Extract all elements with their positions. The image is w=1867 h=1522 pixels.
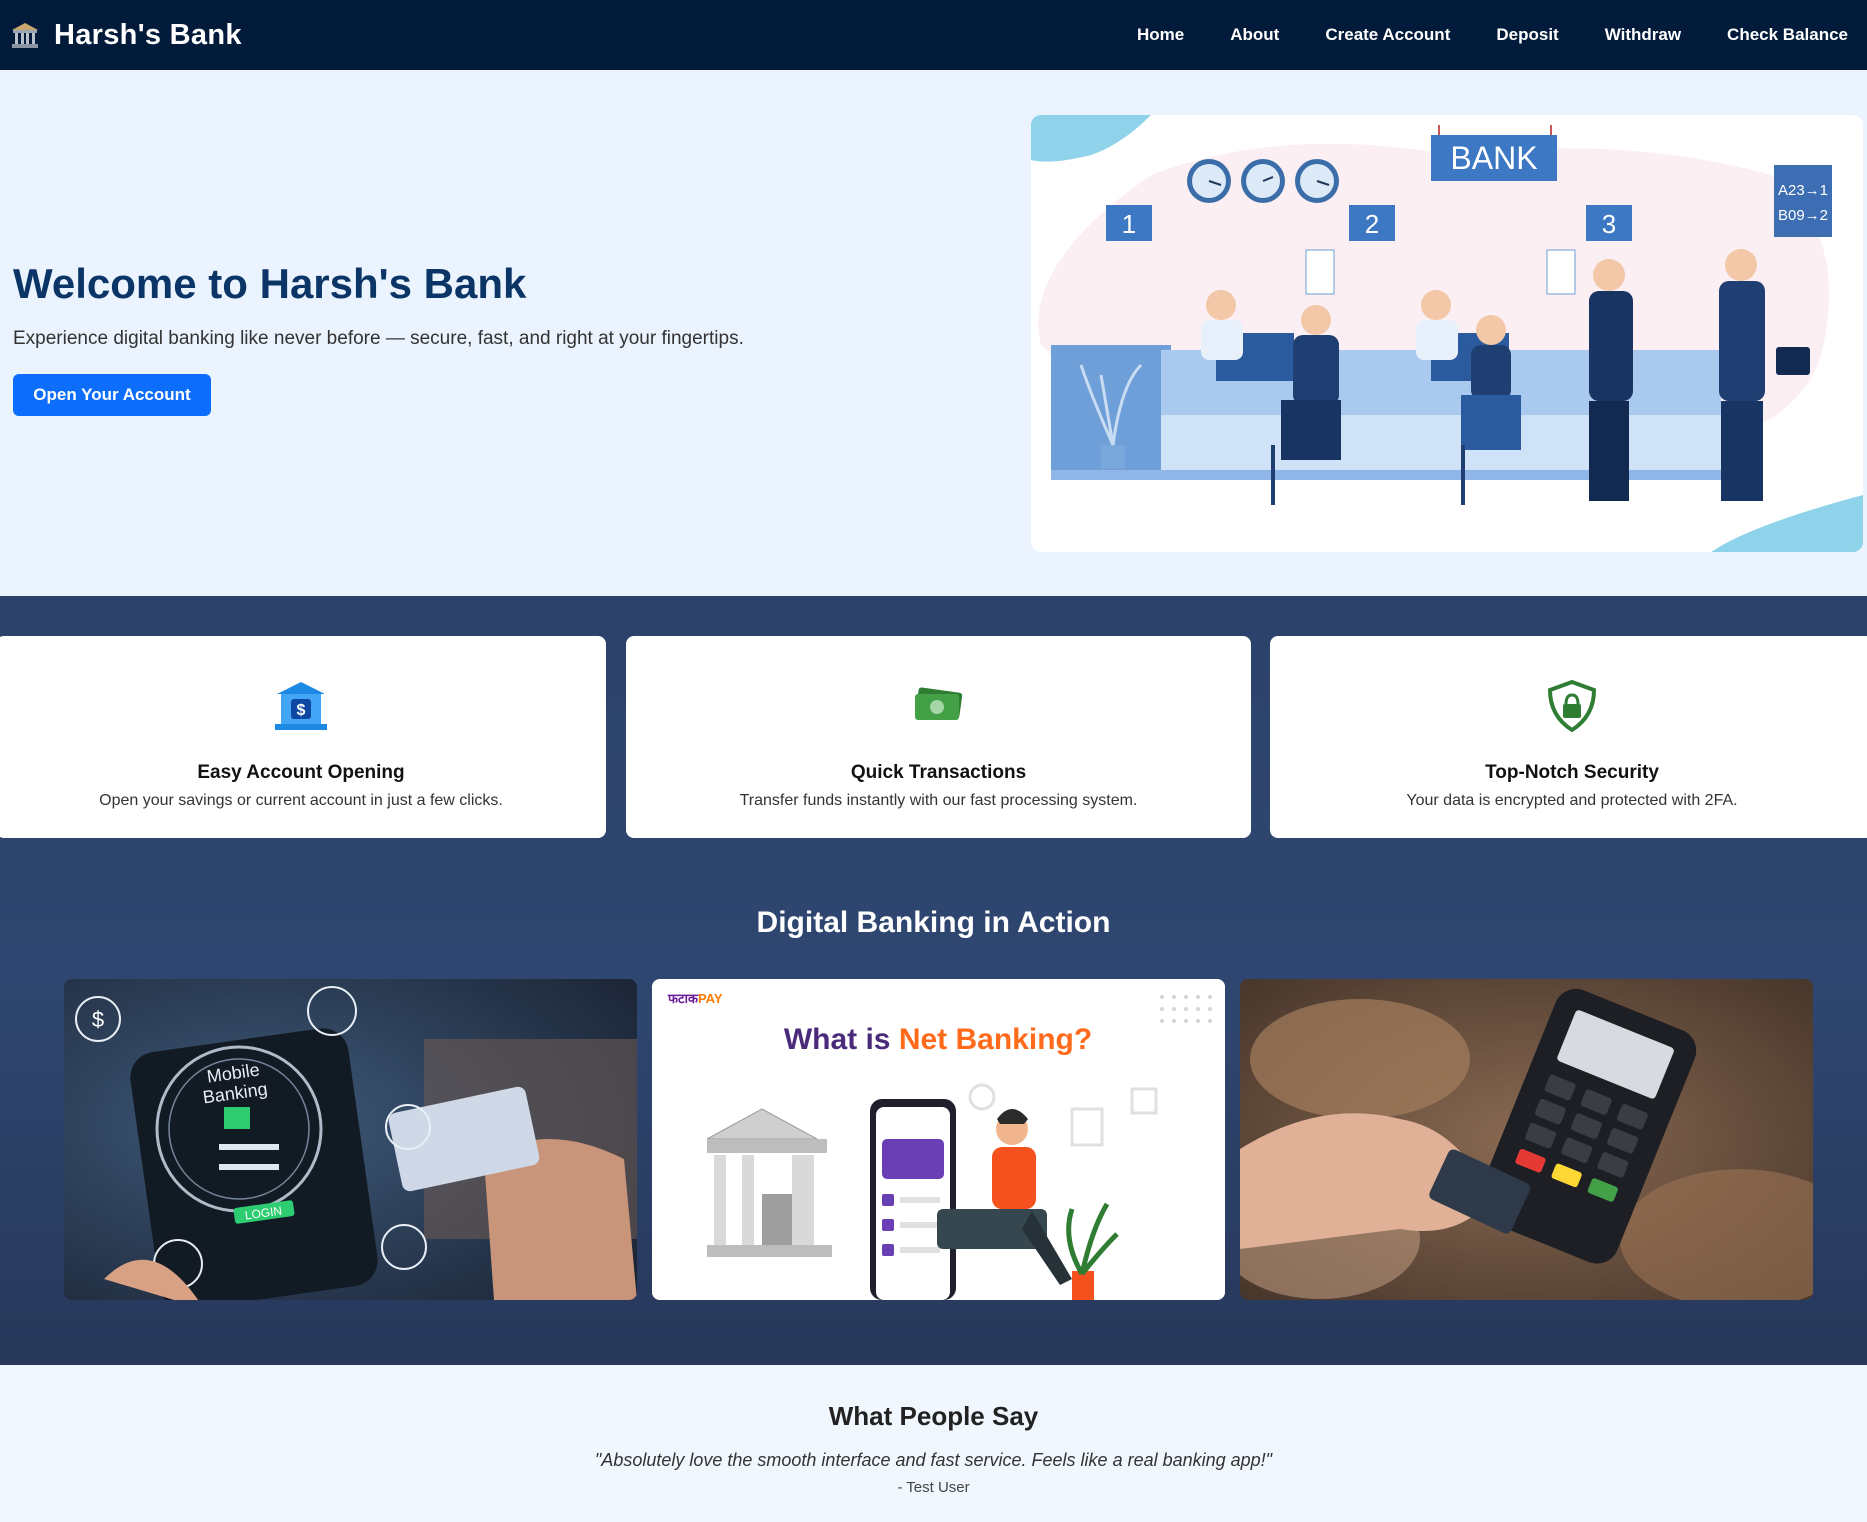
svg-text:$: $: [92, 1007, 104, 1032]
testimonials-title: What People Say: [828, 1401, 1039, 1431]
bank-dollar-icon: $: [275, 682, 327, 730]
mobile-banking-image: Mobile Banking LOGIN $: [64, 979, 637, 1300]
open-account-button[interactable]: Open Your Account: [13, 374, 211, 416]
hero-section: Welcome to Harsh's Bank Experience digit…: [0, 70, 1867, 596]
nav-about[interactable]: About: [1207, 25, 1302, 45]
hero-title: Welcome to Harsh's Bank: [13, 260, 527, 307]
feature-desc: Your data is encrypted and protected wit…: [1406, 792, 1738, 809]
svg-text:B09→2: B09→2: [1778, 207, 1828, 224]
testimonial-author: - Test User: [897, 1479, 970, 1496]
bank-sign-text: BANK: [1450, 140, 1537, 176]
feature-title: Easy Account Opening: [197, 762, 405, 783]
nav-create-account[interactable]: Create Account: [1302, 25, 1473, 45]
nav-check-balance[interactable]: Check Balance: [1704, 25, 1857, 45]
bank-icon: [12, 23, 38, 48]
svg-text:3: 3: [1602, 209, 1616, 239]
svg-text:फटाकPAY: फटाकPAY: [667, 991, 723, 1006]
feature-card: $ Easy Account Opening Open your savings…: [0, 636, 606, 838]
testimonials-section: What People Say "Absolutely love the smo…: [0, 1365, 1867, 1522]
svg-text:$: $: [297, 702, 306, 719]
feature-title: Quick Transactions: [850, 762, 1027, 783]
card-payment-image: [1240, 979, 1813, 1300]
feature-card: Quick Transactions Transfer funds instan…: [626, 636, 1251, 838]
bank-lobby-image: BANK 1 2 3 A23→1 B09→2: [1031, 115, 1863, 552]
net-banking-image: फटाकPAY What is Net Banking?: [652, 979, 1225, 1300]
nav-home[interactable]: Home: [1114, 25, 1207, 45]
features-section: $ Easy Account Opening Open your savings…: [0, 596, 1867, 1365]
svg-text:1: 1: [1122, 209, 1136, 239]
shield-lock-icon: [1547, 680, 1597, 732]
navbar: Harsh's Bank Home About Create Account D…: [0, 0, 1867, 70]
feature-title: Top-Notch Security: [1485, 762, 1659, 783]
testimonial-quote: "Absolutely love the smooth interface an…: [594, 1450, 1273, 1470]
nav-links: Home About Create Account Deposit Withdr…: [1114, 0, 1857, 70]
nav-withdraw[interactable]: Withdraw: [1582, 25, 1704, 45]
feature-desc: Transfer funds instantly with our fast p…: [739, 792, 1138, 809]
feature-card: Top-Notch Security Your data is encrypte…: [1270, 636, 1867, 838]
svg-text:2: 2: [1365, 209, 1379, 239]
cash-icon: [914, 687, 962, 720]
svg-text:What is Net Banking?: What is Net Banking?: [784, 1023, 1092, 1056]
brand[interactable]: Harsh's Bank: [10, 19, 242, 52]
hero-subtitle: Experience digital banking like never be…: [13, 328, 744, 349]
svg-text:A23→1: A23→1: [1778, 182, 1828, 199]
gallery-title: Digital Banking in Action: [756, 906, 1111, 939]
bank-illustration: BANK 1 2 3 A23→1 B09→2: [1031, 115, 1863, 552]
feature-desc: Open your savings or current account in …: [99, 792, 503, 809]
brand-name: Harsh's Bank: [54, 18, 242, 51]
nav-deposit[interactable]: Deposit: [1473, 25, 1581, 45]
